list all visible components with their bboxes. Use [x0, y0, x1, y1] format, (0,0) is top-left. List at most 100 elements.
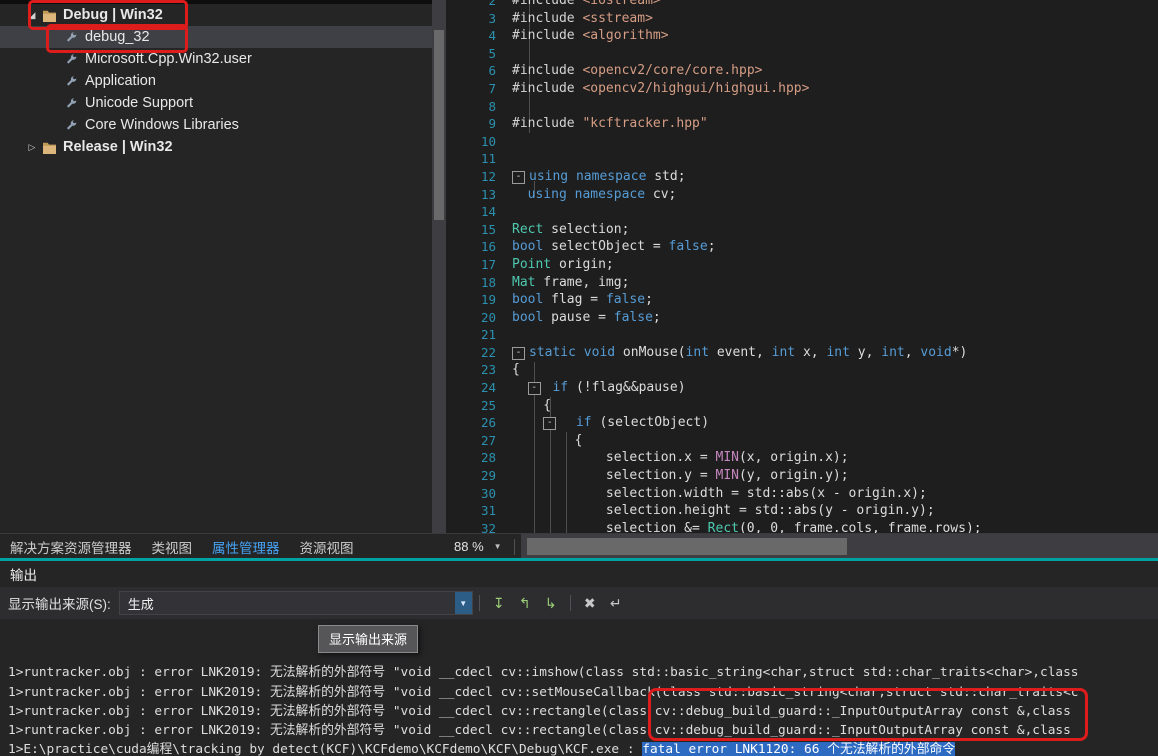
tree-item-label: Microsoft.Cpp.Win32.user: [85, 51, 252, 67]
code-line[interactable]: 10: [446, 133, 1158, 151]
code-line[interactable]: 6 #include <opencv2/core/core.hpp>: [446, 62, 1158, 80]
collapse-region-icon[interactable]: -: [527, 382, 541, 396]
code-line[interactable]: 18 Mat frame, img;: [446, 274, 1158, 292]
wrench-icon: [62, 119, 80, 132]
tree-item[interactable]: debug_32: [0, 26, 432, 48]
code-line[interactable]: 14: [446, 203, 1158, 221]
tree-item[interactable]: ▷ Release | Win32: [0, 136, 432, 158]
code-line[interactable]: 13 using namespace cv;: [446, 186, 1158, 204]
line-number: 2: [488, 0, 496, 8]
line-number: 27: [480, 432, 496, 448]
scrollbar-thumb[interactable]: [434, 30, 444, 220]
code-line[interactable]: 30 selection.width = std::abs(x - origin…: [446, 485, 1158, 503]
line-number: 11: [480, 151, 496, 167]
code-line[interactable]: 15 Rect selection;: [446, 221, 1158, 239]
wrench-icon: [62, 53, 80, 66]
code-line[interactable]: 3 #include <sstream>: [446, 10, 1158, 28]
scrollbar-thumb[interactable]: [526, 538, 847, 555]
combo-dropdown-button[interactable]: ▼: [454, 592, 472, 614]
code-line[interactable]: 5: [446, 45, 1158, 63]
line-number: 30: [480, 485, 496, 501]
tree-item[interactable]: Application: [0, 70, 432, 92]
line-number: 9: [488, 116, 496, 132]
tab-解决方案资源管理器[interactable]: 解决方案资源管理器: [0, 537, 142, 557]
code-line[interactable]: 2 #include <iostream>: [446, 0, 1158, 10]
clear-all-icon[interactable]: ✖: [577, 592, 603, 614]
output-text-area[interactable]: 1>runtracker.obj : error LNK2019: 无法解析的外…: [0, 619, 1158, 756]
collapse-region-icon[interactable]: -: [543, 417, 557, 431]
tree-item[interactable]: Microsoft.Cpp.Win32.user: [0, 48, 432, 70]
code-line[interactable]: 24 - if (!flag&&pause): [446, 379, 1158, 397]
code-line[interactable]: 31 selection.height = std::abs(y - origi…: [446, 502, 1158, 520]
tree-item-label: Application: [85, 73, 156, 89]
code-line[interactable]: 21: [446, 326, 1158, 344]
line-number: 22: [480, 344, 496, 360]
code-line[interactable]: 11: [446, 150, 1158, 168]
code-line[interactable]: 29 selection.y = MIN(y, origin.y);: [446, 467, 1158, 485]
line-number: 8: [488, 98, 496, 114]
code-text: using namespace cv;: [527, 186, 677, 202]
code-line[interactable]: 27 {: [446, 432, 1158, 450]
line-number: 6: [488, 63, 496, 79]
line-number: 5: [488, 45, 496, 61]
line-number: 31: [480, 503, 496, 519]
wrench-icon: [62, 31, 80, 44]
code-line[interactable]: 4 #include <algorithm>: [446, 27, 1158, 45]
code-line[interactable]: 9 #include "kcftracker.hpp": [446, 115, 1158, 133]
code-line[interactable]: 28 selection.x = MIN(x, origin.x);: [446, 449, 1158, 467]
code-line[interactable]: 26 - if (selectObject): [446, 414, 1158, 432]
collapse-region-icon[interactable]: -: [512, 170, 525, 184]
tab-类视图[interactable]: 类视图: [142, 537, 203, 557]
line-number: 32: [480, 520, 496, 533]
code-text: selection.x = MIN(x, origin.x);: [512, 450, 849, 466]
collapse-icon[interactable]: ◢: [24, 10, 40, 21]
goto-message-icon[interactable]: ↧: [486, 592, 512, 614]
code-line[interactable]: 12 - using namespace std;: [446, 168, 1158, 186]
output-line: 1>runtracker.obj : error LNK2019: 无法解析的外…: [8, 703, 1071, 719]
code-line[interactable]: 32 selection &= Rect(0, 0, frame.cols, f…: [446, 520, 1158, 533]
code-text: {: [512, 397, 552, 413]
output-line: 1>runtracker.obj : error LNK2019: 无法解析的外…: [8, 722, 1071, 738]
output-line: 1>E:\practice\cuda编程\tracking by detect(…: [8, 742, 956, 756]
tree-item[interactable]: ◢ Debug | Win32: [0, 4, 432, 26]
code-lines[interactable]: 2 #include <iostream> 3 #include <sstream> 4…: [446, 0, 1158, 533]
code-line[interactable]: 8: [446, 98, 1158, 116]
output-source-combobox[interactable]: 生成 ▼: [118, 591, 473, 615]
code-line[interactable]: 19 bool flag = false;: [446, 291, 1158, 309]
previous-message-icon[interactable]: ↰: [512, 592, 538, 614]
divider: [478, 595, 480, 611]
code-text: - if (selectObject): [512, 414, 709, 432]
collapse-region-icon[interactable]: -: [512, 346, 525, 360]
code-text: bool selectObject = false;: [512, 239, 716, 255]
tab-资源视图[interactable]: 资源视图: [290, 537, 364, 557]
tab-属性管理器[interactable]: 属性管理器: [202, 537, 290, 557]
line-number: 19: [480, 292, 496, 308]
vertical-scrollbar[interactable]: [432, 0, 446, 533]
expand-icon[interactable]: ▷: [24, 142, 40, 153]
zoom-selector[interactable]: 88 % ▼: [446, 539, 508, 554]
output-line: 1>runtracker.obj : error LNK2019: 无法解析的外…: [8, 665, 1079, 681]
line-number: 4: [488, 28, 496, 44]
code-line[interactable]: 16 bool selectObject = false;: [446, 238, 1158, 256]
code-text: #include <opencv2/highgui/highgui.hpp>: [512, 80, 810, 96]
toggle-word-wrap-icon[interactable]: ↵: [603, 592, 629, 614]
line-number: 7: [488, 80, 496, 96]
tree-item[interactable]: Unicode Support: [0, 92, 432, 114]
code-line[interactable]: 22 - static void onMouse(int event, int x,…: [446, 344, 1158, 362]
code-line[interactable]: 17 Point origin;: [446, 256, 1158, 274]
line-number: 12: [480, 168, 496, 184]
code-text: Mat frame, img;: [512, 274, 630, 290]
code-line[interactable]: 23 {: [446, 361, 1158, 379]
horizontal-scrollbar[interactable]: [520, 534, 1158, 559]
tree-item[interactable]: Core Windows Libraries: [0, 114, 432, 136]
property-tree: ◢ Debug | Win32 debug_32 Microsoft.Cpp.Win3…: [0, 4, 432, 158]
line-number: 28: [480, 450, 496, 466]
code-line[interactable]: 20 bool pause = false;: [446, 309, 1158, 327]
code-line[interactable]: 25 {: [446, 397, 1158, 415]
chevron-down-icon: ▼: [493, 542, 502, 551]
code-editor[interactable]: 2 #include <iostream> 3 #include <sstream> 4…: [446, 0, 1158, 533]
next-message-icon[interactable]: ↳: [538, 592, 564, 614]
selected-error-text: fatal error LNK1120: 66 个无法解析的外部命令: [642, 742, 956, 756]
code-line[interactable]: 7 #include <opencv2/highgui/highgui.hpp>: [446, 80, 1158, 98]
line-number: 10: [480, 133, 496, 149]
